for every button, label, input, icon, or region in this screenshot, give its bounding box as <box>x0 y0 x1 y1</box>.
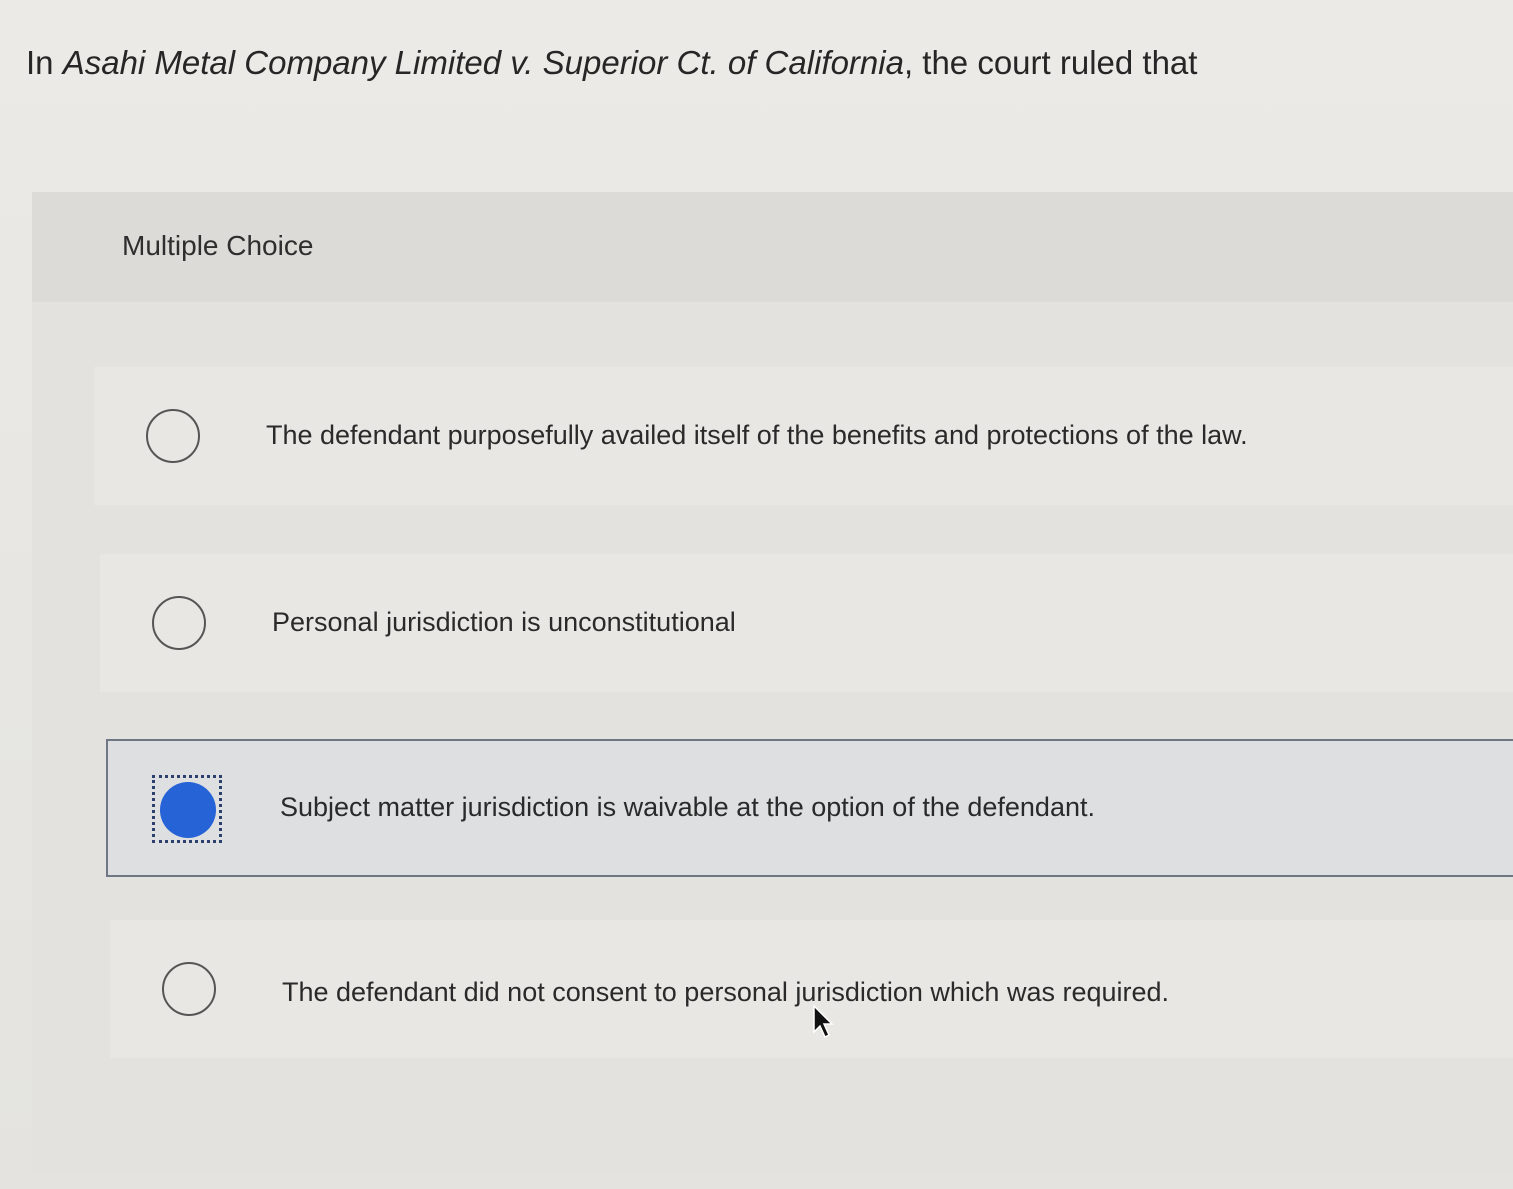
radio-button-unselected[interactable] <box>152 596 206 650</box>
radio-button-unselected[interactable] <box>162 962 216 1016</box>
page: In Asahi Metal Company Limited v. Superi… <box>0 0 1513 1189</box>
question-prompt: In Asahi Metal Company Limited v. Superi… <box>26 38 1197 88</box>
radio-button-selected[interactable] <box>152 775 222 843</box>
option-3-selected[interactable]: Subject matter jurisdiction is waivable … <box>106 739 1513 877</box>
option-2-text: Personal jurisdiction is unconstitutiona… <box>272 607 736 637</box>
multiple-choice-panel: Multiple Choice The defendant purposeful… <box>32 192 1513 1172</box>
option-1-text: The defendant purposefully availed itsel… <box>266 420 1248 450</box>
radio-selected-dot-icon <box>160 782 216 838</box>
question-prefix: In <box>26 44 63 81</box>
multiple-choice-header: Multiple Choice <box>32 192 1513 302</box>
option-1[interactable]: The defendant purposefully availed itsel… <box>94 367 1513 505</box>
multiple-choice-label: Multiple Choice <box>122 230 314 261</box>
option-3-text: Subject matter jurisdiction is waivable … <box>280 792 1095 822</box>
question-suffix: , the court ruled that <box>903 44 1198 81</box>
option-2[interactable]: Personal jurisdiction is unconstitutiona… <box>100 554 1513 692</box>
option-4-text: The defendant did not consent to persona… <box>282 977 1170 1007</box>
question-case-name: Asahi Metal Company Limited v. Superior … <box>62 44 904 81</box>
radio-button-unselected[interactable] <box>146 409 200 463</box>
mouse-pointer-icon <box>813 1004 834 1039</box>
